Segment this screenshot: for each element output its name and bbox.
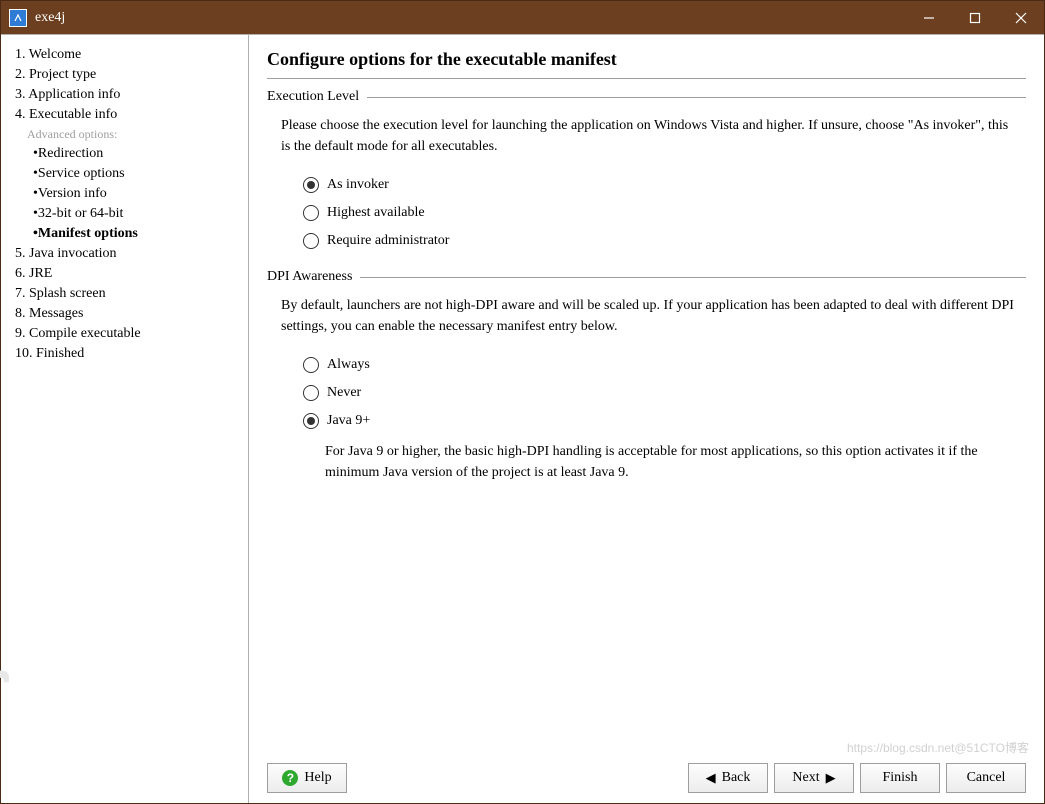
radio-icon	[303, 357, 319, 373]
next-button-label: Next	[792, 770, 819, 786]
execution-level-radio[interactable]: Highest available	[267, 199, 1026, 227]
sidebar-item[interactable]: 9. Compile executable	[15, 324, 242, 344]
sidebar-item[interactable]: 4. Executable info	[15, 105, 242, 125]
back-button[interactable]: ◀ Back	[688, 763, 768, 793]
radio-label: Never	[327, 385, 361, 401]
next-button[interactable]: Next ▶	[774, 763, 854, 793]
radio-label: Always	[327, 357, 370, 373]
app-window: exe4j 1. Welcome2. Project type3. Applic…	[0, 0, 1045, 804]
wizard-sidebar: 1. Welcome2. Project type3. Application …	[1, 35, 249, 803]
execution-level-desc: Please choose the execution level for la…	[267, 115, 1026, 171]
advanced-options-header: Advanced options:	[15, 125, 242, 144]
help-button-label: Help	[304, 770, 331, 786]
radio-label: Highest available	[327, 205, 425, 221]
execution-level-group: Execution Level Please choose the execut…	[267, 89, 1026, 255]
window-title: exe4j	[35, 10, 65, 26]
sidebar-item[interactable]: 8. Messages	[15, 304, 242, 324]
radio-icon	[303, 233, 319, 249]
sidebar-item[interactable]: 2. Project type	[15, 65, 242, 85]
sidebar-sub-item[interactable]: Redirection	[15, 144, 242, 164]
help-button[interactable]: ? Help	[267, 763, 347, 793]
sidebar-item[interactable]: 7. Splash screen	[15, 284, 242, 304]
dpi-awareness-desc: By default, launchers are not high-DPI a…	[267, 295, 1026, 351]
arrow-left-icon: ◀	[706, 770, 716, 786]
maximize-button[interactable]	[952, 1, 998, 34]
arrow-right-icon: ▶	[826, 770, 836, 786]
execution-level-radio[interactable]: Require administrator	[267, 227, 1026, 255]
cancel-button-label: Cancel	[967, 770, 1006, 786]
radio-label: Java 9+	[327, 413, 370, 429]
dpi-awareness-radio[interactable]: Java 9+	[267, 407, 1026, 435]
dpi-awareness-label: DPI Awareness	[267, 269, 352, 285]
sidebar-sub-item[interactable]: Version info	[15, 184, 242, 204]
java9-sub-description: For Java 9 or higher, the basic high-DPI…	[267, 435, 1026, 483]
finish-button[interactable]: Finish	[860, 763, 940, 793]
radio-label: Require administrator	[327, 233, 449, 249]
sidebar-sub-item[interactable]: 32-bit or 64-bit	[15, 204, 242, 224]
titlebar[interactable]: exe4j	[1, 1, 1044, 34]
app-icon	[9, 9, 27, 27]
close-button[interactable]	[998, 1, 1044, 34]
back-button-label: Back	[722, 770, 751, 786]
cancel-button[interactable]: Cancel	[946, 763, 1026, 793]
dpi-awareness-group: DPI Awareness By default, launchers are …	[267, 269, 1026, 483]
radio-icon	[303, 177, 319, 193]
sidebar-sub-item[interactable]: Manifest options	[15, 224, 242, 244]
client-area: 1. Welcome2. Project type3. Application …	[1, 34, 1044, 803]
sidebar-item[interactable]: 5. Java invocation	[15, 244, 242, 264]
minimize-button[interactable]	[906, 1, 952, 34]
sidebar-item[interactable]: 1. Welcome	[15, 45, 242, 65]
sidebar-item[interactable]: 6. JRE	[15, 264, 242, 284]
dpi-awareness-radio[interactable]: Always	[267, 351, 1026, 379]
button-bar: ? Help ◀ Back Next ▶ Finish Cancel	[267, 753, 1026, 793]
sidebar-brand: exe4j	[0, 668, 11, 793]
dpi-awareness-radio[interactable]: Never	[267, 379, 1026, 407]
sidebar-item[interactable]: 10. Finished	[15, 344, 242, 364]
radio-icon	[303, 205, 319, 221]
help-icon: ?	[282, 770, 298, 786]
execution-level-radio[interactable]: As invoker	[267, 171, 1026, 199]
finish-button-label: Finish	[882, 770, 917, 786]
main-panel: Configure options for the executable man…	[249, 35, 1044, 803]
radio-icon	[303, 413, 319, 429]
execution-level-label: Execution Level	[267, 89, 359, 105]
content-scroll: Execution Level Please choose the execut…	[267, 89, 1026, 753]
sidebar-item[interactable]: 3. Application info	[15, 85, 242, 105]
radio-icon	[303, 385, 319, 401]
radio-label: As invoker	[327, 177, 389, 193]
sidebar-sub-item[interactable]: Service options	[15, 164, 242, 184]
page-title: Configure options for the executable man…	[267, 49, 1026, 79]
